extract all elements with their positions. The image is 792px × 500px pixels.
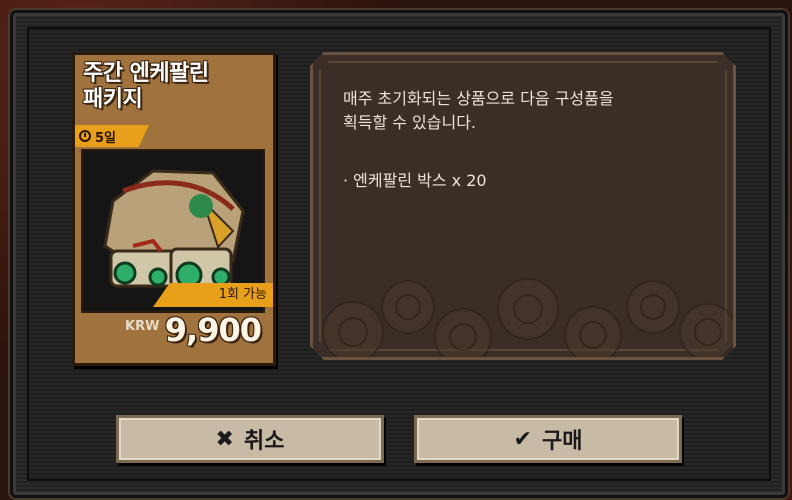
rose-decoration [313,237,733,357]
buy-label: 구매 [541,429,583,454]
package-title-line1: 주간 엔케팔린 [83,61,209,86]
close-icon: ✖ [215,426,234,452]
description-line2: 획득할 수 있습니다. [343,113,477,132]
clock-icon [79,130,91,142]
package-card: 주간 엔케팔린 패키지 5일 1회 가능 KRW 9,900 [72,52,276,366]
timer-label: 5일 [95,130,117,146]
description-panel: 매주 초기화되는 상품으로 다음 구성품을 획득할 수 있습니다. · 엔케팔린… [310,52,736,360]
price-label: 9,900 [164,311,262,349]
buy-button[interactable]: ✔ 구매 [414,415,682,463]
timer-badge: 5일 [75,125,149,147]
contents-item: · 엔케팔린 박스 x 20 [343,171,487,190]
description-line1: 매주 초기화되는 상품으로 다음 구성품을 [343,89,614,108]
currency-label: KRW [125,319,160,334]
package-title-line2: 패키지 [83,87,143,112]
purchase-limit-badge: 1회 가능 [153,283,273,307]
package-title: 주간 엔케팔린 패키지 [83,61,263,113]
cancel-label: 취소 [243,429,285,454]
description-text: 매주 초기화되는 상품으로 다음 구성품을 획득할 수 있습니다. [343,87,703,135]
cancel-button[interactable]: ✖ 취소 [116,415,384,463]
check-icon: ✔ [513,426,532,452]
